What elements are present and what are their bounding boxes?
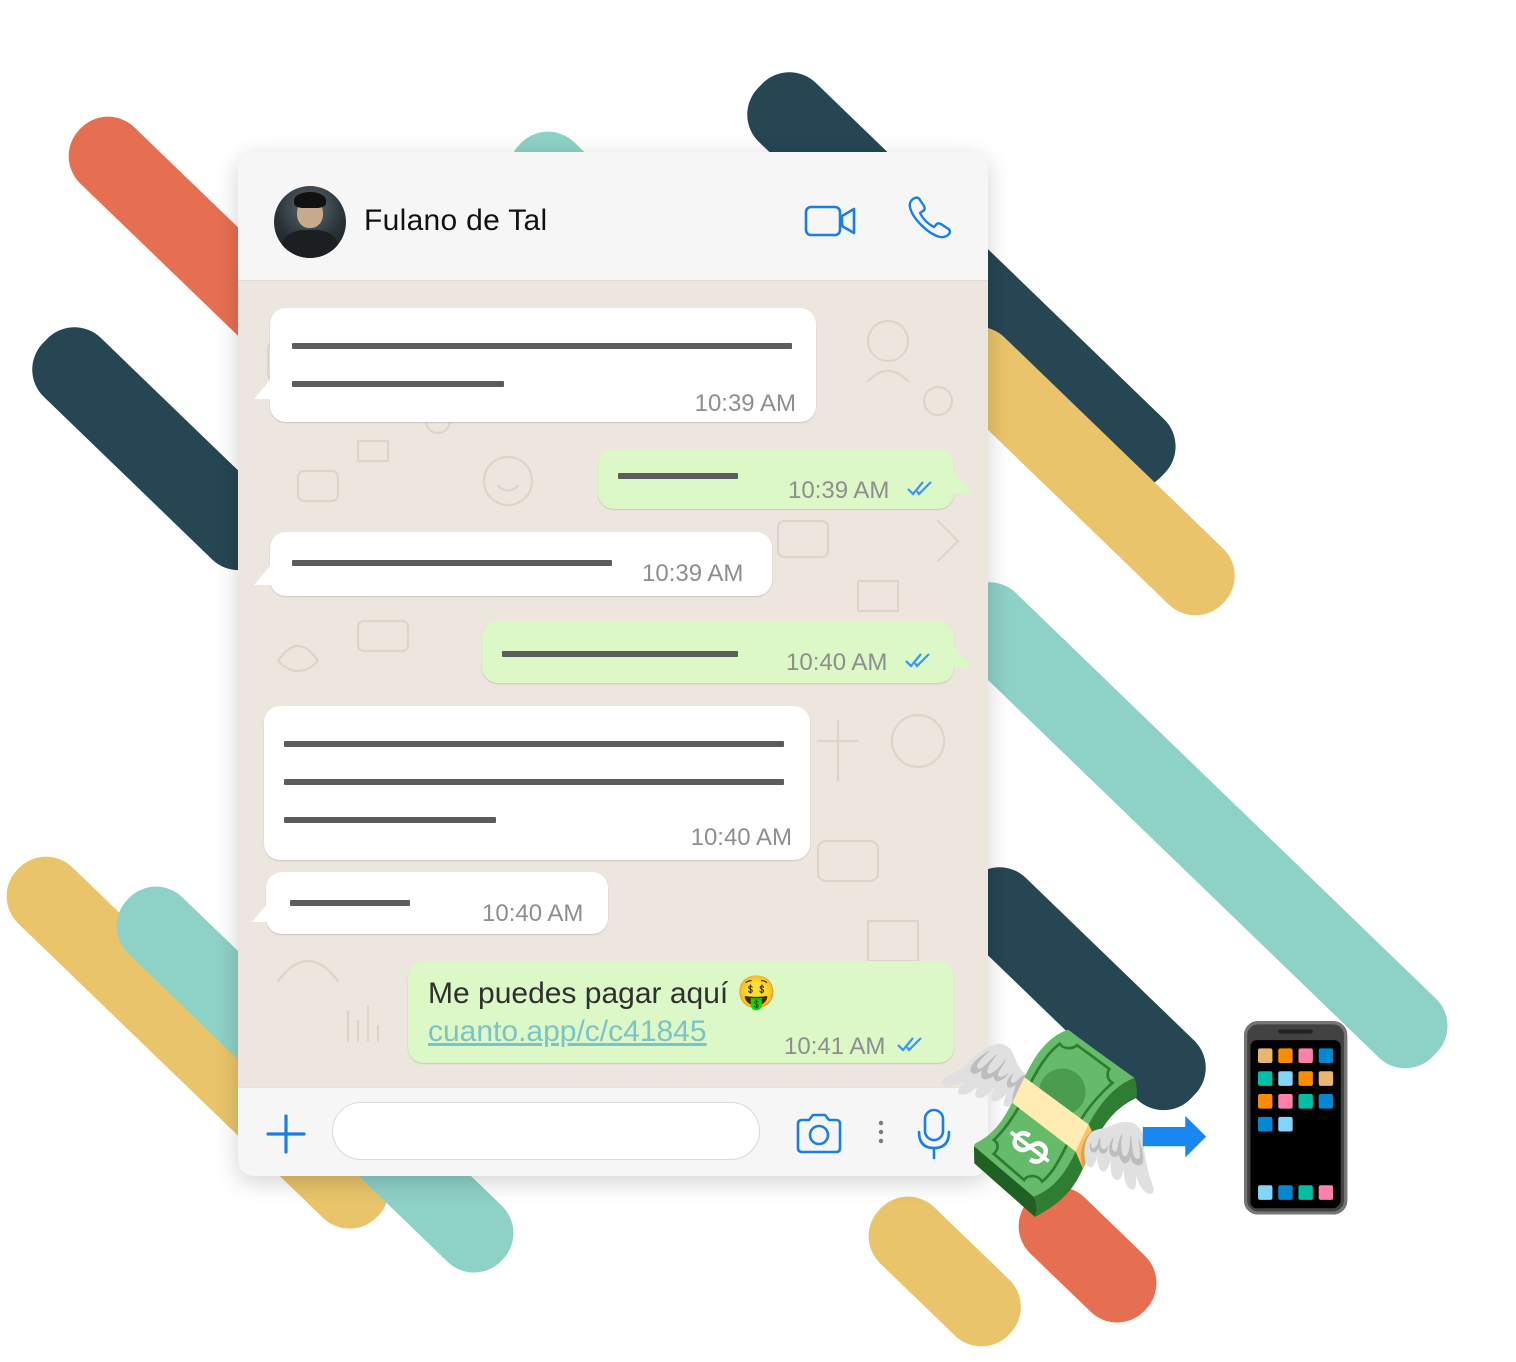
video-call-button[interactable] <box>804 204 858 238</box>
message-bubble-outgoing[interactable]: 10:39 AM <box>598 449 954 509</box>
message-list[interactable]: 10:39 AM 10:39 AM 10:39 AM 10:40 AM 10:4… <box>238 281 988 1087</box>
bubble-tail <box>252 896 274 922</box>
redacted-text-line <box>292 381 504 387</box>
message-bubble-incoming[interactable]: 10:40 AM <box>264 706 810 860</box>
redacted-text-line <box>502 651 738 657</box>
message-time: 10:41 AM <box>784 1033 886 1060</box>
message-time: 10:40 AM <box>786 649 888 676</box>
camera-icon <box>796 1113 842 1154</box>
redacted-text-line <box>292 343 792 349</box>
message-time: 10:40 AM <box>482 900 584 927</box>
input-bar <box>238 1087 988 1176</box>
mobile-phone-emoji: 📱 <box>1186 1020 1406 1216</box>
message-bubble-incoming[interactable]: 10:39 AM <box>270 532 772 596</box>
read-receipt-icon <box>897 1037 922 1052</box>
plus-icon <box>266 1114 306 1154</box>
read-receipt-icon <box>905 653 930 668</box>
message-time: 10:40 AM <box>690 824 792 851</box>
chat-header: Fulano de Tal <box>238 152 988 281</box>
message-bubble-outgoing[interactable]: 10:40 AM <box>482 621 954 683</box>
message-text: Me puedes pagar aquí 🤑 <box>428 974 777 1010</box>
bubble-tail <box>254 559 276 585</box>
more-options-button[interactable] <box>876 1118 886 1148</box>
message-time: 10:39 AM <box>642 560 744 587</box>
redacted-text-line <box>284 741 784 747</box>
message-bubble-outgoing[interactable]: Me puedes pagar aquí 🤑 cuanto.app/c/c418… <box>408 961 954 1063</box>
redacted-text-line <box>292 560 612 566</box>
redacted-text-line <box>290 900 410 906</box>
bubble-tail <box>254 373 276 399</box>
phone-call-icon <box>908 196 952 239</box>
payment-link[interactable]: cuanto.app/c/c41845 <box>428 1015 707 1049</box>
message-time: 10:39 AM <box>694 390 796 417</box>
more-dots-icon <box>878 1120 884 1144</box>
redacted-text-line <box>284 817 496 823</box>
stripe-teal-right-long <box>931 566 1464 1084</box>
message-time: 10:39 AM <box>788 477 890 504</box>
redacted-text-line <box>284 779 784 785</box>
message-bubble-incoming[interactable]: 10:40 AM <box>266 872 608 934</box>
attach-button[interactable] <box>264 1112 308 1156</box>
contact-name[interactable]: Fulano de Tal <box>364 204 547 238</box>
camera-button[interactable] <box>794 1112 844 1154</box>
read-receipt-icon <box>907 481 932 496</box>
bubble-tail <box>950 467 972 493</box>
message-bubble-incoming[interactable]: 10:39 AM <box>270 308 816 422</box>
money-face-emoji: 🤑 <box>736 974 777 1010</box>
money-with-wings-emoji: 💸 <box>925 1011 1170 1237</box>
video-call-icon <box>804 205 856 237</box>
message-input[interactable] <box>332 1102 760 1160</box>
redacted-text-line <box>618 473 738 479</box>
avatar[interactable] <box>274 186 346 258</box>
phone-call-button[interactable] <box>906 194 954 242</box>
bubble-tail <box>950 641 972 667</box>
chat-window: Fulano de Tal 10:39 AM 10:39 AM 10:39 AM… <box>238 152 988 1176</box>
